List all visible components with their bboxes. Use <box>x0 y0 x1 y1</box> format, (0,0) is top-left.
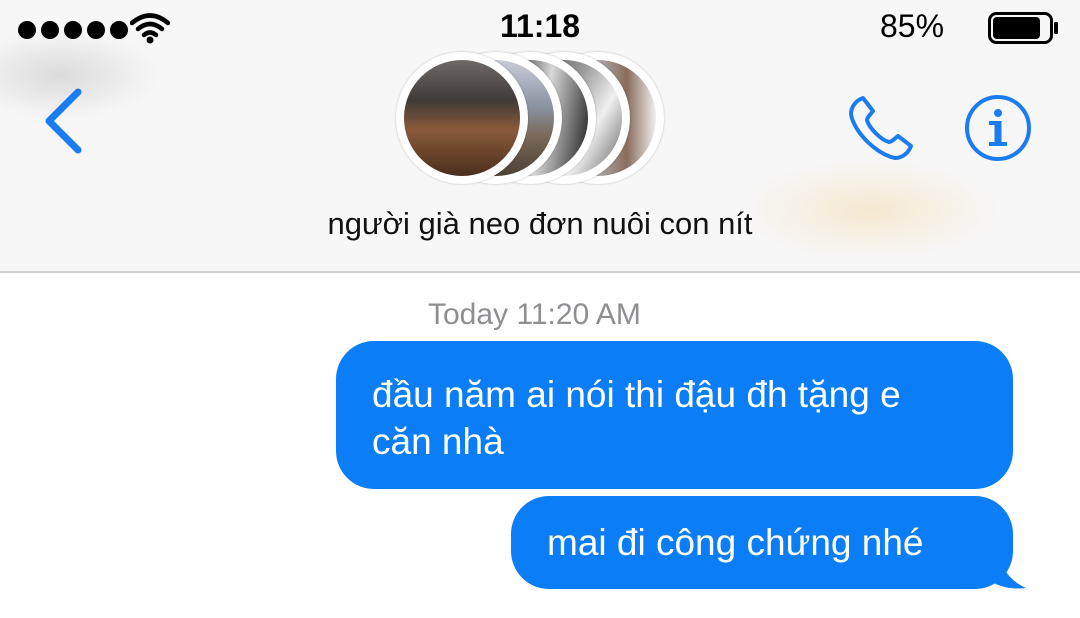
conversation-header: 11:18 85% người già neo đơn nuôi con nít <box>0 0 1080 273</box>
message-text-line: mai đi công chứng nhé <box>547 522 924 563</box>
group-avatars[interactable] <box>396 52 686 184</box>
message-text-line: căn nhà <box>372 421 504 462</box>
info-icon[interactable] <box>964 94 1032 162</box>
signal-dots-icon <box>18 21 128 39</box>
message-text-line: đầu năm ai nói thi đậu đh tặng e <box>372 374 901 415</box>
battery-percent: 85% <box>880 8 945 44</box>
wifi-icon <box>130 13 170 44</box>
status-bar: 11:18 85% <box>0 0 1080 56</box>
message-timestamp: Today 11:20 AM <box>428 298 641 331</box>
group-name[interactable]: người già neo đơn nuôi con nít <box>0 206 1080 242</box>
avatar <box>396 52 528 184</box>
back-chevron-icon[interactable] <box>40 86 90 156</box>
bubble-tail <box>980 556 1026 589</box>
phone-icon[interactable] <box>845 92 917 164</box>
message-bubble[interactable]: mai đi công chứng nhé <box>511 496 1013 589</box>
message-bubble[interactable]: đầu năm ai nói thi đậu đh tặng e căn nhà <box>336 341 1013 489</box>
status-time: 11:18 <box>499 8 581 44</box>
battery-icon <box>988 12 1058 44</box>
